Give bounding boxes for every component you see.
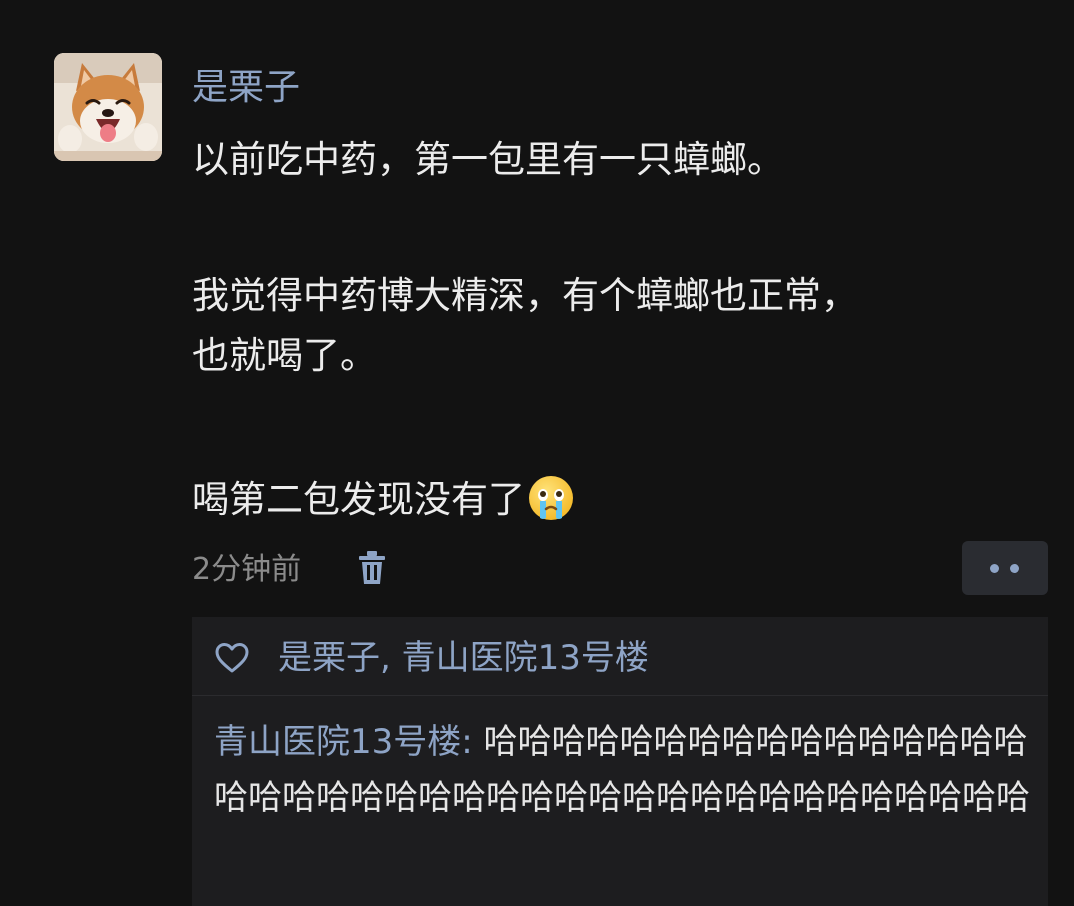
post-content: 以前吃中药，第一包里有一只蟑螂。 我觉得中药博大精深，有个蟑螂也正常， 也就喝了… xyxy=(192,130,1032,530)
post-line: 以前吃中药，第一包里有一只蟑螂。 xyxy=(192,138,784,181)
comment-separator: : xyxy=(461,722,484,762)
post-line: 也就喝了。 xyxy=(192,334,377,377)
panel-divider xyxy=(192,695,1048,696)
post-line-last: 喝第二包发现没有了 xyxy=(192,470,1032,530)
more-dots-icon xyxy=(1010,564,1019,573)
shiba-dog-avatar-image xyxy=(54,53,162,161)
post-author-name[interactable]: 是栗子 xyxy=(192,62,300,114)
heart-icon[interactable] xyxy=(214,642,250,674)
trash-icon[interactable] xyxy=(356,550,388,586)
comment-item[interactable]: 青山医院13号楼: 哈哈哈哈哈哈哈哈哈哈哈哈哈哈哈哈哈哈哈哈哈哈哈哈哈哈哈哈哈哈… xyxy=(214,714,1036,826)
more-dots-icon xyxy=(990,564,999,573)
comment-author-name[interactable]: 青山医院13号楼 xyxy=(214,722,461,762)
post-line: 我觉得中药博大精深，有个蟑螂也正常， xyxy=(192,274,858,317)
post-timestamp: 2分钟前 xyxy=(192,552,302,587)
post-screen: 是栗子 以前吃中药，第一包里有一只蟑螂。 我觉得中药博大精深，有个蟑螂也正常， … xyxy=(0,0,1074,906)
crying-face-emoji-icon xyxy=(527,474,575,540)
more-options-button[interactable] xyxy=(962,541,1048,595)
liked-by-users[interactable]: 是栗子, 青山医院13号楼 xyxy=(278,632,649,684)
post-line-text: 喝第二包发现没有了 xyxy=(192,478,525,521)
user-avatar[interactable] xyxy=(54,53,162,161)
